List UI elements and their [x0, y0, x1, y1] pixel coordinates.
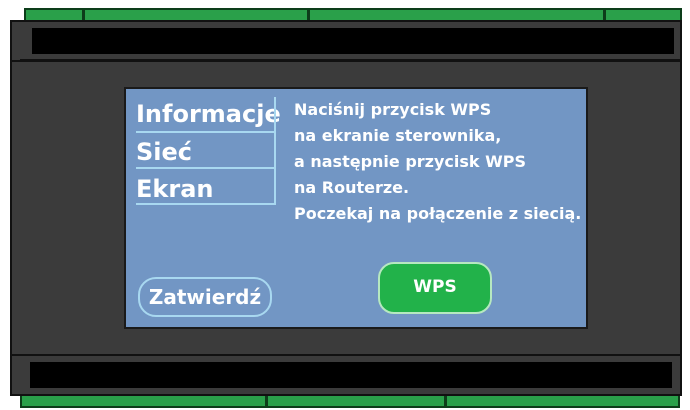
confirm-button[interactable]: Zatwierdź	[138, 277, 272, 317]
bottom-terminal-block-3	[445, 394, 680, 408]
top-label-slot	[32, 28, 674, 54]
menu-divider-2	[136, 167, 276, 169]
menu-item-ekran[interactable]: Ekran	[136, 175, 213, 203]
menu-item-informacje[interactable]: Informacje	[136, 100, 281, 128]
instruction-line-1: Naciśnij przycisk WPS	[294, 100, 492, 119]
bottom-terminal-block-1	[20, 394, 267, 408]
instruction-line-5: Poczekaj na połączenie z siecią.	[294, 204, 582, 223]
bottom-divider-line	[10, 354, 682, 356]
menu-vertical-divider	[274, 97, 276, 205]
bottom-terminal-block-2	[266, 394, 446, 408]
controller-screen: Informacje Sieć Ekran Naciśnij przycisk …	[124, 87, 588, 329]
menu-divider-1	[136, 131, 276, 133]
instruction-line-3: a następnie przycisk WPS	[294, 152, 527, 171]
menu-divider-3	[136, 203, 276, 205]
instruction-line-4: na Routerze.	[294, 178, 410, 197]
wps-button[interactable]: WPS	[378, 262, 492, 314]
menu-item-siec[interactable]: Sieć	[136, 138, 192, 166]
bottom-label-slot	[30, 362, 672, 388]
top-divider-line	[10, 60, 682, 62]
instruction-line-2: na ekranie sterownika,	[294, 126, 502, 145]
